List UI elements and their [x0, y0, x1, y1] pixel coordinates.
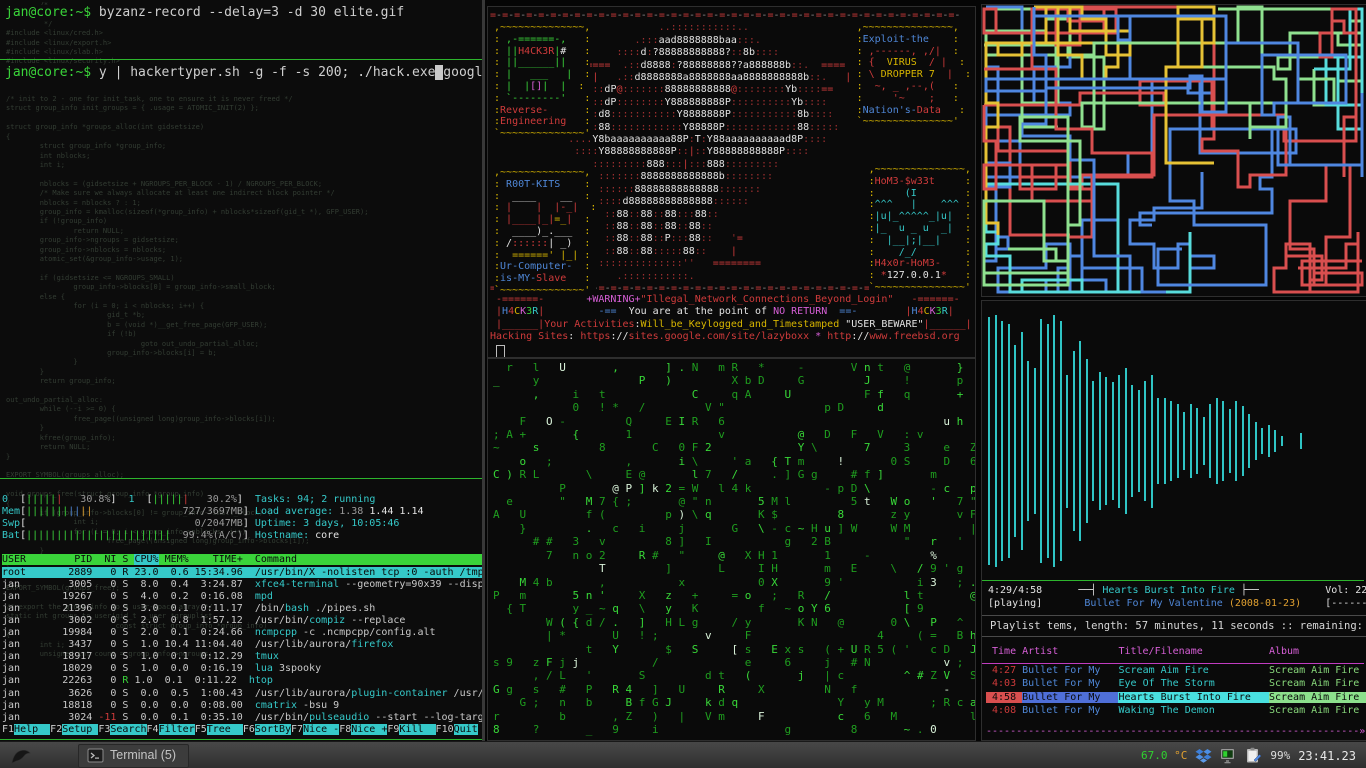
playlist-bottom-border: ----------------------------------------…: [986, 726, 1365, 737]
taskbar-clock[interactable]: 23:41.23: [1298, 749, 1356, 763]
warning-banner: -======- +WARNING+"Illegal_Network_Conne…: [490, 294, 972, 344]
playlist-table[interactable]: Time Artist Title/Filename Album 4:27 Bu…: [986, 645, 1366, 717]
home-sweet-home-box: ,~~~~~~~~~~~~~~~,:HoM3-$w33t :: (I ::^^^…: [869, 164, 971, 294]
rootkits-box: ,~~~~~~~~~~~~~~,: R00T-KITS :: ____ __ :…: [494, 167, 596, 297]
terminal-left-pane[interactable]: /* */ #include <linux/cred.h> #include <…: [0, 0, 485, 741]
skull-art-pane[interactable]: =-=-=-=-=-=-=-=-=-=-=-=-=-=-=-=-=-=-=-=-…: [487, 6, 976, 358]
pipes-screensaver-pane[interactable]: [981, 4, 1366, 297]
desktop: /* */ #include <linux/cred.h> #include <…: [0, 0, 1366, 768]
terminal-divider-mid: [0, 478, 482, 479]
task-button-terminal[interactable]: Terminal (5): [78, 744, 189, 768]
battery-percentage: 99%: [1270, 749, 1290, 762]
playlist-status-text: Playlist tems, length: 57 minutes, 11 se…: [990, 620, 1366, 632]
hacker-reverse-engineering-box: ,~~~~~~~~~~~~~~,: ,-======-, :: ||H4CK3R…: [494, 22, 590, 140]
ncmpcpp-player-pane[interactable]: 4:29/4:58 ──┤ Hearts Burst Into Fire ├──…: [981, 300, 1366, 741]
terminal-divider-top: [0, 59, 482, 60]
cmatrix-pane[interactable]: r l U , ] . N m R * - V n t @ } _ y P ) …: [487, 358, 976, 741]
clipboard-manager-icon[interactable]: [1245, 747, 1262, 764]
playlist-status-line: Playlist tems, length: 57 minutes, 11 se…: [982, 615, 1366, 637]
bash-prompt-byzanz: jan@core:~$ byzanz-record --delay=3 -d 3…: [5, 5, 404, 20]
htop-monitor: 0 [|||||| 30.8%] 1 [|||||| 30.2%] Tasks:…: [2, 494, 485, 736]
terminal-cursor: [496, 345, 505, 358]
virus-dropper-box: ,~~~~~~~~~~~~~~~,:Exploit-the :: ,------…: [857, 22, 971, 128]
app-menu-icon[interactable]: [8, 745, 34, 767]
terminal-divider-bottom: [0, 739, 482, 740]
playlist-header-rule: [982, 663, 1364, 664]
terminal-icon: [87, 747, 104, 764]
display-monitor-icon[interactable]: [1220, 747, 1237, 764]
pipes-art: [982, 5, 1364, 294]
matrix-rain: r l U , ] . N m R * - V n t @ } _ y P ) …: [493, 361, 976, 736]
audio-visualizer: [982, 301, 1364, 577]
taskbar: Terminal (5) 67.0 °C: [0, 741, 1366, 768]
cpu-temperature: 67.0 °C: [1141, 749, 1187, 762]
dropbox-icon[interactable]: [1195, 747, 1212, 764]
now-playing-info: 4:29/4:58 ──┤ Hearts Burst Into Fire ├──…: [988, 584, 1366, 610]
system-tray: 67.0 °C 99% 23:41.23: [1141, 747, 1356, 764]
player-divider: [982, 580, 1364, 581]
task-button-label: Terminal (5): [110, 748, 176, 762]
bash-prompt-hackertyper: jan@core:~$ y | hackertyper.sh -g -f -s …: [5, 65, 485, 80]
